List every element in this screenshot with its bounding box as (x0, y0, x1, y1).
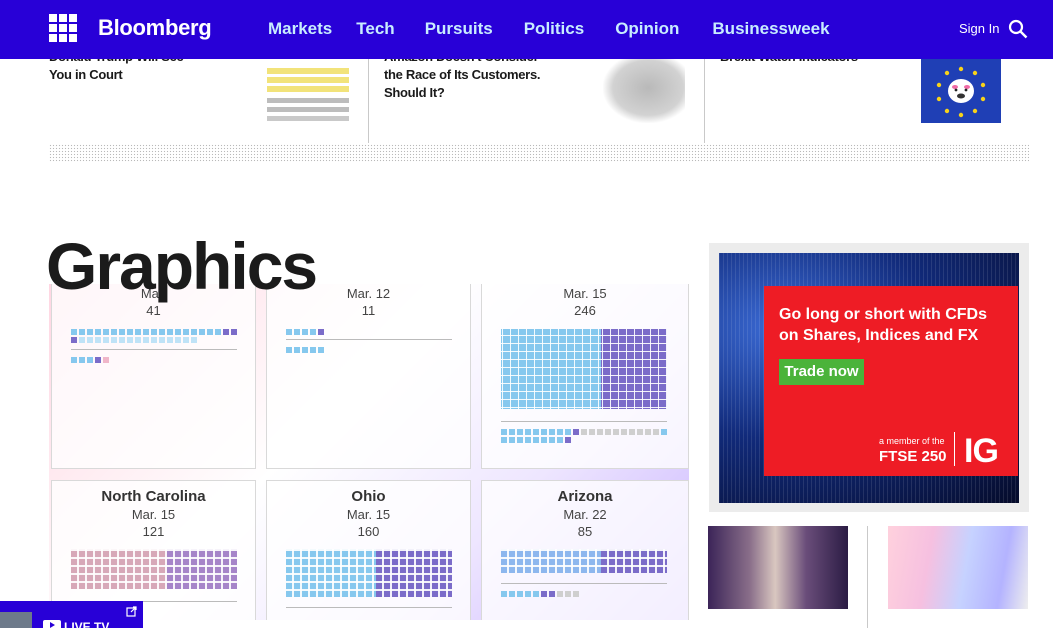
live-tv-thumbnail[interactable] (0, 612, 32, 628)
state-name: North Carolina (101, 488, 206, 505)
section-divider-band (49, 144, 1029, 162)
state-card: Mar. 41 (51, 284, 256, 469)
state-count: 121 (142, 524, 165, 539)
state-card: North Carolina Mar. 15 121 (51, 480, 256, 620)
state-count: 160 (357, 524, 380, 539)
state-dot-block (167, 549, 237, 589)
state-card: Mar. 12 11 (266, 284, 471, 469)
state-count: 11 (361, 303, 376, 318)
state-dot-block (601, 329, 667, 409)
state-dot-block (376, 549, 452, 597)
nav-item-businessweek[interactable]: Businessweek (712, 19, 829, 41)
state-dot-grid (501, 591, 671, 597)
graphics-feature-image[interactable]: Mar. 41 Mar. 12 11 Mar. 15 246 North Car… (49, 284, 689, 620)
state-dot-grid (71, 357, 131, 363)
state-card: Ohio Mar. 15 160 (266, 480, 471, 620)
state-dot-grid (286, 347, 346, 353)
card-rule (71, 349, 237, 350)
nav-item-pursuits[interactable]: Pursuits (425, 19, 493, 41)
story-thumb-brexit[interactable] (921, 59, 1001, 123)
ig-logo: IG (964, 432, 999, 470)
state-dot-block (286, 549, 376, 597)
state-count: 85 (577, 524, 593, 539)
ad-rule (954, 432, 955, 466)
nav-item-markets[interactable]: Markets (268, 19, 332, 41)
top-nav: Bloomberg Markets Tech Pursuits Politics… (0, 0, 1053, 59)
eu-bulldog-icon (936, 66, 986, 118)
thumb-divider (867, 526, 868, 628)
nav-items: Markets Tech Pursuits Politics Opinion B… (268, 19, 830, 41)
menu-grid-icon[interactable] (49, 14, 77, 42)
card-rule (501, 583, 667, 584)
ad-ftse-text: FTSE 250 (879, 448, 947, 465)
state-dot-block (601, 549, 667, 573)
state-dot-grid (286, 329, 346, 335)
play-icon (43, 620, 61, 630)
state-dot-grid (501, 429, 671, 443)
ad-headline: Go long or short with CFDs on Shares, In… (779, 306, 987, 344)
bloomberg-logo[interactable]: Bloomberg (98, 15, 212, 41)
state-name: Ohio (351, 488, 386, 505)
state-count: 246 (574, 303, 596, 318)
state-dot-block (501, 549, 601, 573)
state-date: Mar. 22 (563, 507, 607, 522)
story-thumb-trump[interactable] (267, 68, 349, 123)
story-thumb-amazon-map[interactable] (603, 59, 685, 123)
graphic-thumb-portraits[interactable] (708, 526, 848, 609)
state-card: Arizona Mar. 22 85 (481, 480, 689, 620)
card-rule (501, 421, 667, 422)
live-tv-label: LIVE TV (64, 620, 110, 634)
state-count: 41 (146, 303, 161, 318)
search-icon[interactable] (1008, 19, 1028, 39)
state-dot-block (71, 549, 167, 589)
sign-in-link[interactable]: Sign In (959, 21, 999, 36)
card-rule (286, 339, 452, 340)
nav-item-politics[interactable]: Politics (524, 19, 584, 41)
nav-item-opinion[interactable]: Opinion (615, 19, 679, 41)
graphic-thumb-flow[interactable] (888, 526, 1028, 609)
nav-item-tech[interactable]: Tech (356, 19, 394, 41)
trade-now-button[interactable]: Trade now (779, 359, 864, 385)
popout-icon[interactable] (126, 606, 137, 617)
state-date: Mar. 15 (563, 286, 607, 301)
ad-member-text: a member of the (879, 436, 945, 446)
state-date: Mar. 15 (131, 507, 176, 522)
story-divider (704, 59, 705, 143)
state-date: Mar. 15 (346, 507, 391, 522)
state-dot-grid (71, 329, 241, 343)
card-rule (286, 607, 452, 608)
section-heading[interactable]: Graphics (46, 228, 318, 304)
state-card: Mar. 15 246 (481, 284, 689, 469)
state-name: Arizona (557, 488, 613, 505)
story-divider (368, 59, 369, 143)
